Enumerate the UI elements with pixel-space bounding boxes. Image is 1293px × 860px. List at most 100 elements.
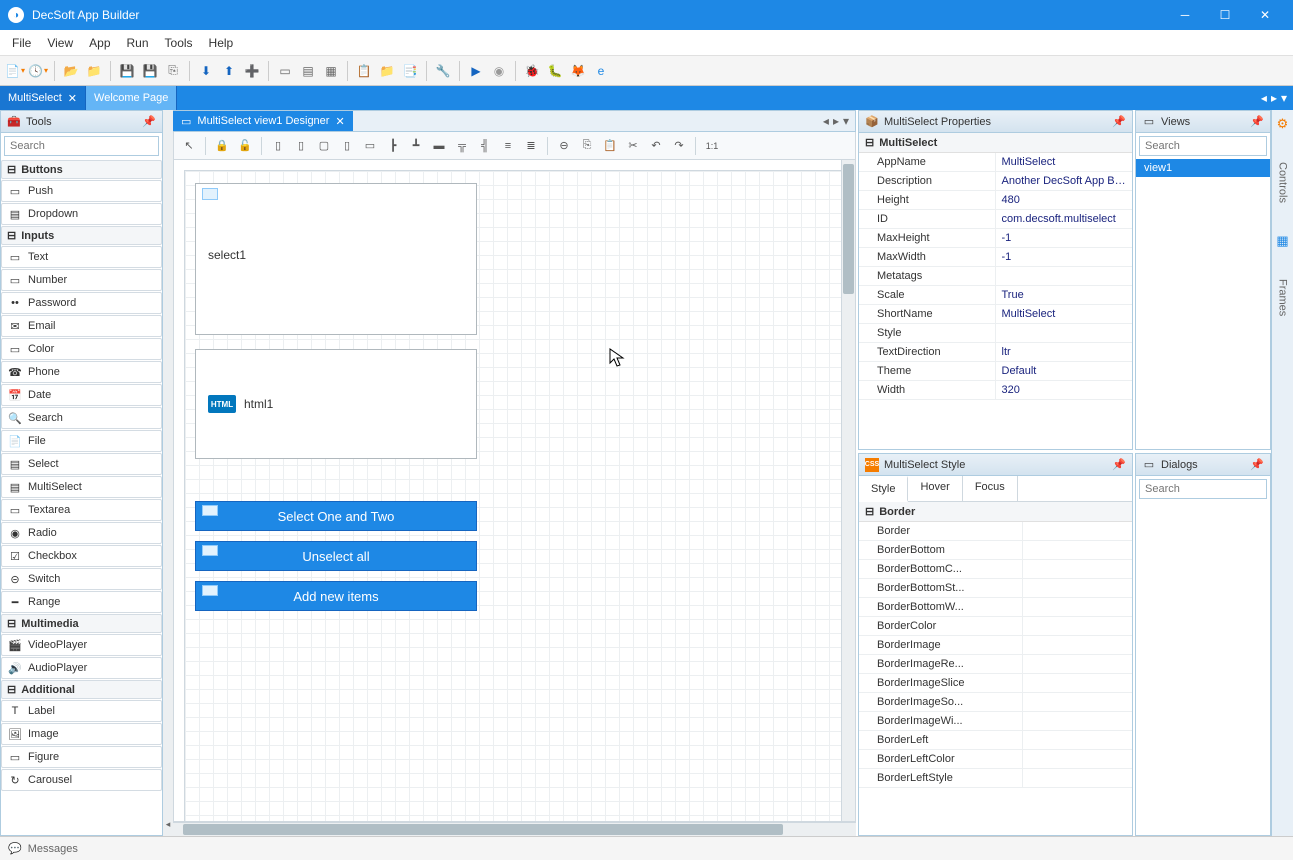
property-value[interactable]: -1: [996, 229, 1133, 247]
style-row[interactable]: BorderImageWi...: [859, 712, 1132, 731]
unlock-button[interactable]: 🔓: [234, 135, 256, 157]
property-row[interactable]: MaxHeight-1: [859, 229, 1132, 248]
style-value[interactable]: [1023, 750, 1132, 768]
gear-icon[interactable]: ⚙: [1277, 116, 1289, 132]
zoom-button[interactable]: 1:1: [701, 135, 723, 157]
design-select1[interactable]: select1: [195, 183, 477, 335]
history-button[interactable]: 🕓: [27, 60, 49, 82]
tool-group[interactable]: ⊟Multimedia: [1, 614, 162, 633]
property-row[interactable]: DescriptionAnother DecSoft App Builder: [859, 172, 1132, 191]
property-row[interactable]: Metatags: [859, 267, 1132, 286]
align-7-button[interactable]: ╣: [474, 135, 496, 157]
design-btn-unselect-all[interactable]: Unselect all: [195, 541, 477, 571]
align-8-button[interactable]: ≡: [497, 135, 519, 157]
align-6-button[interactable]: ╦: [451, 135, 473, 157]
tab-next-icon[interactable]: ▸: [1271, 91, 1277, 105]
tools-search-input[interactable]: [4, 136, 159, 156]
menu-help[interactable]: Help: [201, 33, 242, 53]
style-row[interactable]: BorderImageSo...: [859, 693, 1132, 712]
tool-group[interactable]: ⊟Inputs: [1, 226, 162, 245]
align-col-button[interactable]: ▯: [336, 135, 358, 157]
stop-button[interactable]: ◉: [488, 60, 510, 82]
style-list[interactable]: ⊟Border BorderBorderBottomBorderBottomC.…: [859, 502, 1132, 835]
align-bottom-button[interactable]: ▭: [359, 135, 381, 157]
property-value[interactable]: MultiSelect: [996, 153, 1133, 171]
tools-list[interactable]: ⊟Buttons▭Push▤Dropdown⊟Inputs▭Text▭Numbe…: [1, 159, 162, 831]
gutter-left[interactable]: ◂: [163, 110, 173, 836]
tool-item-switch[interactable]: ⊝Switch: [1, 568, 162, 590]
folder2-button[interactable]: 📁: [376, 60, 398, 82]
align-box-button[interactable]: ▢: [313, 135, 335, 157]
style-value[interactable]: [1023, 693, 1132, 711]
menu-view[interactable]: View: [39, 33, 81, 53]
property-value[interactable]: True: [996, 286, 1133, 304]
menu-icon[interactable]: ▾: [843, 114, 849, 128]
tab-menu-icon[interactable]: ▾: [1281, 91, 1287, 105]
grid2-button[interactable]: ▦: [320, 60, 342, 82]
pointer-button[interactable]: ↖: [178, 135, 200, 157]
views-search-input[interactable]: [1139, 136, 1267, 156]
tool-item-dropdown[interactable]: ▤Dropdown: [1, 203, 162, 225]
property-value[interactable]: Another DecSoft App Builder: [996, 172, 1133, 190]
property-row[interactable]: Style: [859, 324, 1132, 343]
import-button[interactable]: ⬇: [195, 60, 217, 82]
tool-item-date[interactable]: 📅Date: [1, 384, 162, 406]
property-row[interactable]: TextDirectionltr: [859, 343, 1132, 362]
undo-button[interactable]: ↶: [645, 135, 667, 157]
tool-item-multiselect[interactable]: ▤MultiSelect: [1, 476, 162, 498]
property-row[interactable]: Height480: [859, 191, 1132, 210]
side-tab-controls[interactable]: Controls: [1277, 162, 1289, 203]
property-value[interactable]: -1: [996, 248, 1133, 266]
tab-focus[interactable]: Focus: [963, 476, 1018, 501]
lock-button[interactable]: 🔒: [211, 135, 233, 157]
side-tab-frames[interactable]: Frames: [1277, 279, 1289, 316]
copy-button[interactable]: ⎘: [162, 60, 184, 82]
property-row[interactable]: ThemeDefault: [859, 362, 1132, 381]
property-value[interactable]: ltr: [996, 343, 1133, 361]
status-messages-label[interactable]: Messages: [28, 843, 78, 855]
prev-icon[interactable]: ◂: [823, 114, 829, 128]
tool-item-password[interactable]: ••Password: [1, 292, 162, 314]
menu-file[interactable]: File: [4, 33, 39, 53]
property-row[interactable]: ShortNameMultiSelect: [859, 305, 1132, 324]
tool-item-audioplayer[interactable]: 🔊AudioPlayer: [1, 657, 162, 679]
design-btn-add-new-items[interactable]: Add new items: [195, 581, 477, 611]
property-value[interactable]: 320: [996, 381, 1133, 399]
property-row[interactable]: MaxWidth-1: [859, 248, 1132, 267]
style-row[interactable]: BorderBottom: [859, 541, 1132, 560]
tool-item-push[interactable]: ▭Push: [1, 180, 162, 202]
close-button[interactable]: ✕: [1245, 0, 1285, 30]
firefox-button[interactable]: 🦊: [567, 60, 589, 82]
menu-app[interactable]: App: [81, 33, 118, 53]
collapse-icon[interactable]: ⊟: [865, 136, 874, 149]
paste-button[interactable]: 📋: [599, 135, 621, 157]
pin-icon[interactable]: 📌: [1250, 458, 1264, 471]
tool-item-videoplayer[interactable]: 🎬VideoPlayer: [1, 634, 162, 656]
dialogs-list[interactable]: [1136, 502, 1270, 835]
tool-item-carousel[interactable]: ↻Carousel: [1, 769, 162, 791]
tool-item-range[interactable]: ━Range: [1, 591, 162, 613]
tool-item-color[interactable]: ▭Color: [1, 338, 162, 360]
messages-icon[interactable]: 💬: [8, 842, 22, 855]
edge-button[interactable]: e: [590, 60, 612, 82]
files-button[interactable]: 📑: [399, 60, 421, 82]
tool-item-email[interactable]: ✉Email: [1, 315, 162, 337]
tool-item-figure[interactable]: ▭Figure: [1, 746, 162, 768]
style-row[interactable]: BorderLeft: [859, 731, 1132, 750]
align-right-button[interactable]: ▯: [290, 135, 312, 157]
tool-item-file[interactable]: 📄File: [1, 430, 162, 452]
property-row[interactable]: IDcom.decsoft.multiselect: [859, 210, 1132, 229]
tool-item-number[interactable]: ▭Number: [1, 269, 162, 291]
frames-icon[interactable]: ▦: [1276, 233, 1288, 249]
style-value[interactable]: [1023, 541, 1132, 559]
property-value[interactable]: Default: [996, 362, 1133, 380]
style-value[interactable]: [1023, 617, 1132, 635]
settings-button[interactable]: 🔧: [432, 60, 454, 82]
pin-icon[interactable]: 📌: [1112, 458, 1126, 471]
save-all-button[interactable]: 💾: [139, 60, 161, 82]
style-row[interactable]: BorderImage: [859, 636, 1132, 655]
design-canvas[interactable]: select1 HTML html1 Select One and Two Un…: [174, 160, 841, 821]
align-9-button[interactable]: ≣: [520, 135, 542, 157]
tool-item-search[interactable]: 🔍Search: [1, 407, 162, 429]
close-icon[interactable]: ✕: [335, 115, 344, 128]
